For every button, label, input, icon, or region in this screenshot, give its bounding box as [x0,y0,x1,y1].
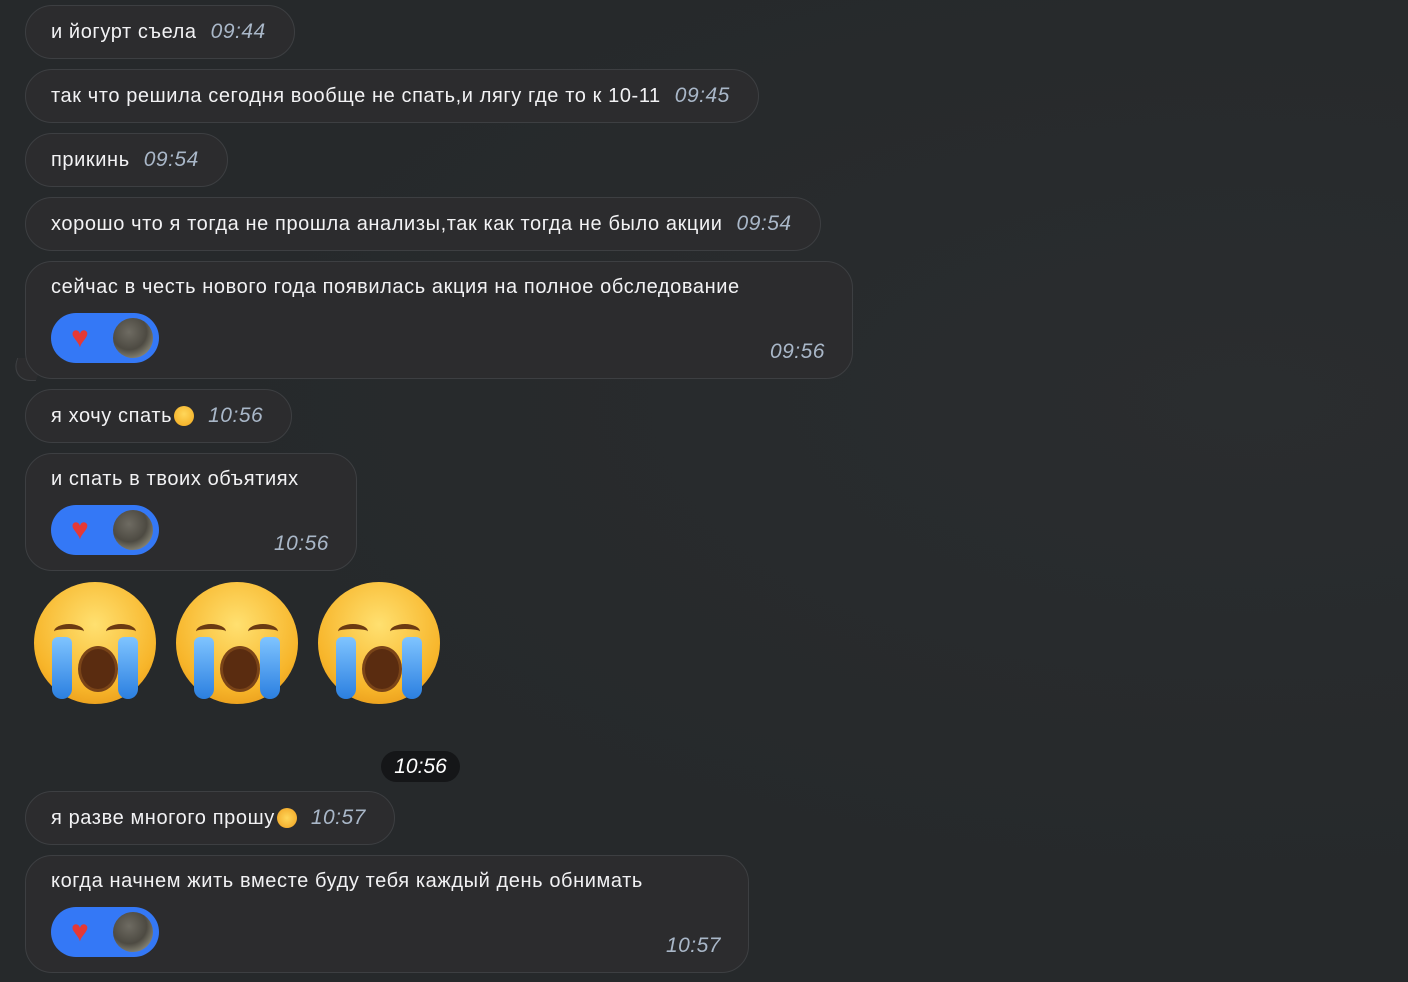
crying-face-icon [176,582,298,704]
avatar [113,510,153,550]
message-text: и йогурт съела [51,20,197,43]
message-time: 09:44 [210,20,266,43]
crying-face-icon [318,582,440,704]
message-time: 10:57 [665,934,721,957]
message-text: я разве многого прошу [51,806,275,829]
message-text: и спать в твоих объятиях [51,468,299,490]
message-bubble[interactable]: хорошо что я тогда не прошла анализы,так… [25,197,821,251]
message-bubble[interactable]: так что решила сегодня вообще не спать,и… [25,69,759,123]
message-bubble[interactable]: я хочу спать 10:56 [25,389,293,443]
reaction-heart[interactable]: ♥ [51,907,159,957]
message-bubble[interactable]: прикинь 09:54 [25,133,228,187]
crying-face-icon [34,582,156,704]
message-bubble[interactable]: сейчас в честь нового года появилась акц… [25,261,853,379]
message-time: 09:54 [736,212,792,235]
message-time: 10:56 [208,404,264,427]
crying-face-icon [174,406,195,426]
message-bubble[interactable]: когда начнем жить вместе буду тебя кажды… [25,855,749,973]
message-bubble[interactable]: и спать в твоих объятиях ♥ 10:56 [25,453,357,571]
avatar [113,912,153,952]
heart-icon: ♥ [71,915,90,948]
message-text: я хочу спать [51,404,173,427]
message-bubble[interactable]: я разве многого прошу 10:57 [25,791,395,845]
message-text: хорошо что я тогда не прошла анализы,так… [51,212,723,235]
reaction-heart[interactable]: ♥ [51,505,159,555]
message-time: 10:56 [381,751,460,782]
woozy-face-icon [276,808,297,828]
message-time: 10:57 [310,806,366,829]
heart-icon: ♥ [71,513,90,546]
message-text: прикинь [51,148,130,171]
message-bubble[interactable]: и йогурт съела 09:44 [25,5,295,59]
message-time: 10:56 [273,532,329,555]
message-time: 09:54 [143,148,199,171]
message-text: так что решила сегодня вообще не спать,и… [51,84,661,107]
avatar [113,318,153,358]
message-text: сейчас в честь нового года появилась акц… [51,276,740,298]
message-time: 09:56 [769,340,825,363]
message-text: когда начнем жить вместе буду тебя кажды… [51,870,643,892]
reaction-heart[interactable]: ♥ [51,313,159,363]
message-time: 09:45 [674,84,730,107]
heart-icon: ♥ [71,321,90,354]
